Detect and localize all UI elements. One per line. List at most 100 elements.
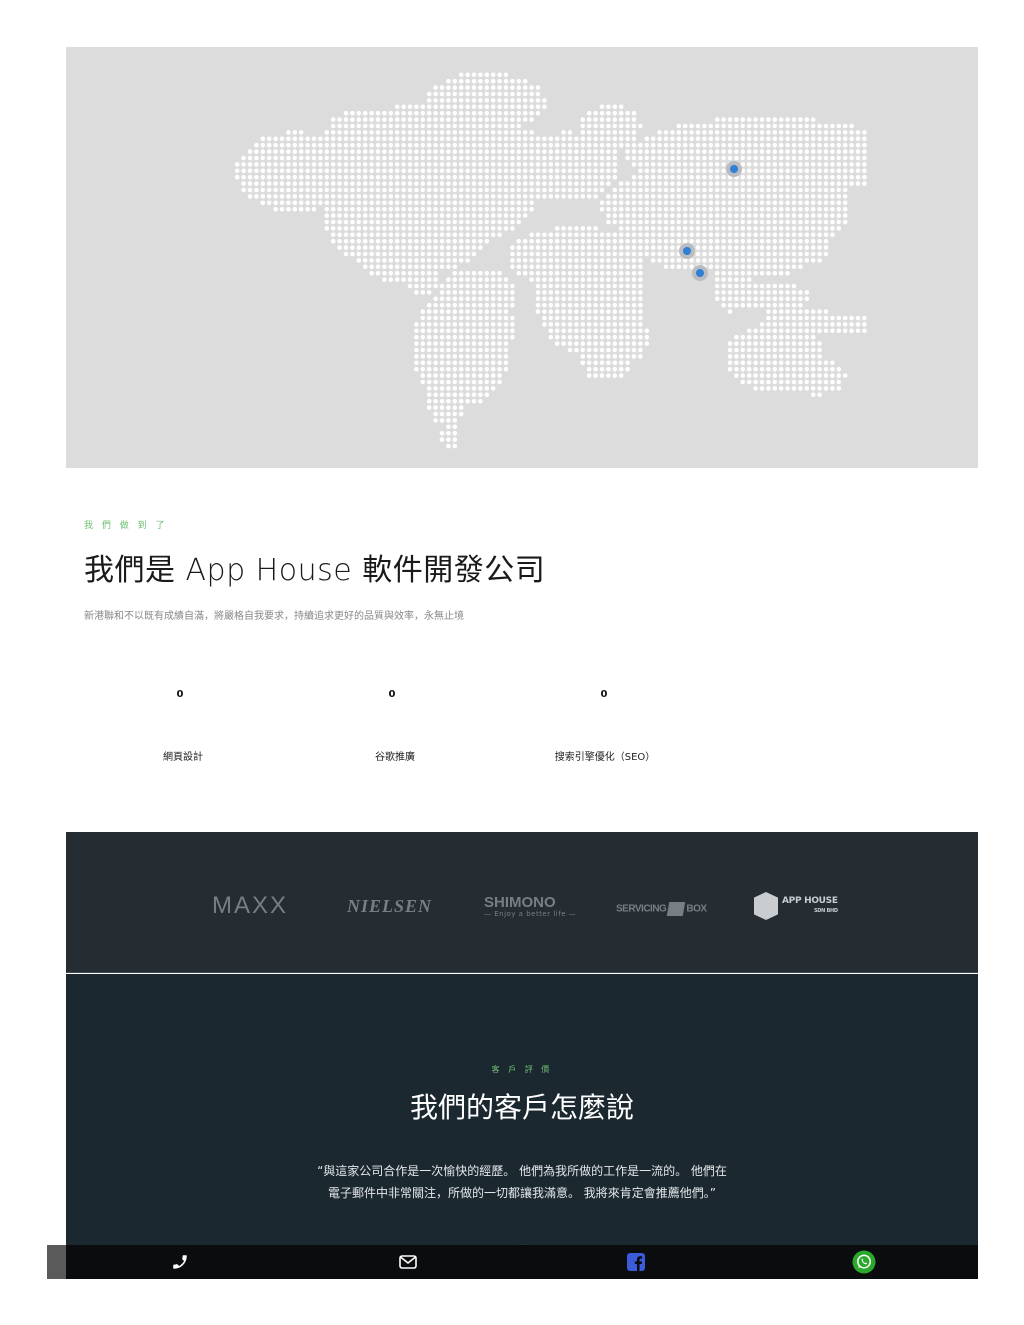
logo-app-house-name: APP HOUSE [782, 896, 838, 906]
map-dot [298, 162, 304, 167]
map-dot [478, 322, 483, 327]
map-dot [593, 366, 598, 372]
map-dot [702, 213, 707, 218]
map-dot [842, 155, 848, 161]
map-dot [759, 322, 765, 327]
map-dot [644, 187, 650, 193]
map-dot [810, 219, 816, 225]
map-dot [753, 117, 758, 122]
map-dot [554, 232, 560, 238]
map-dot [586, 270, 592, 276]
map-dot [862, 181, 867, 186]
map-dot [497, 187, 502, 193]
facebook-button[interactable] [522, 1245, 750, 1279]
map-dot [586, 155, 592, 161]
map-dot [324, 130, 330, 135]
map-dot [631, 315, 637, 321]
map-dot [682, 187, 688, 193]
map-dot [382, 238, 387, 244]
map-dot [599, 187, 605, 193]
map-dot [561, 232, 566, 238]
map-dot [414, 232, 419, 238]
about-section: 我 們 做 到 了 我們是 App House 軟件開發公司 新港聯和不以既有成… [84, 518, 944, 622]
map-dot [663, 251, 669, 257]
map-dot [580, 226, 586, 231]
map-dot [522, 142, 528, 148]
whatsapp-button[interactable] [750, 1245, 978, 1279]
map-dot [798, 373, 803, 378]
map-dot [612, 354, 618, 359]
map-dot [785, 174, 790, 180]
map-dot [497, 136, 502, 142]
map-dot [490, 373, 496, 378]
map-dot [471, 322, 477, 327]
map-dot [401, 149, 406, 154]
map-dot [260, 187, 266, 193]
map-dot [484, 277, 490, 282]
map-dot [798, 366, 803, 372]
map-dot [446, 85, 451, 90]
map-dot [458, 98, 464, 103]
map-dot [407, 270, 413, 276]
side-tab[interactable] [47, 1245, 66, 1279]
map-dot [593, 347, 598, 353]
map-dot [446, 283, 451, 289]
map-dot [593, 238, 598, 244]
map-dot [612, 322, 618, 327]
map-dot [695, 206, 701, 212]
map-dot [804, 168, 810, 174]
map-dot [369, 187, 374, 193]
location-marker[interactable] [696, 269, 704, 277]
map-dot [458, 302, 464, 308]
map-dot [740, 334, 746, 340]
map-dot [798, 360, 803, 366]
stat-seo: 0 [504, 689, 704, 700]
map-dot [778, 296, 784, 302]
map-dot [394, 277, 400, 282]
map-dot [830, 232, 835, 238]
map-dot [740, 245, 746, 250]
map-dot [663, 206, 669, 212]
map-dot [452, 187, 458, 193]
map-dot [606, 136, 611, 142]
location-marker[interactable] [730, 165, 738, 173]
call-button[interactable] [66, 1245, 294, 1279]
map-dot [785, 334, 790, 340]
map-dot [478, 85, 483, 90]
map-dot [618, 181, 624, 186]
map-dot [574, 283, 579, 289]
map-dot [650, 213, 656, 218]
map-dot [849, 174, 854, 180]
map-dot [471, 341, 477, 346]
map-dot [471, 270, 477, 276]
map-dot [548, 309, 554, 314]
map-dot [798, 162, 803, 167]
map-dot [298, 136, 304, 142]
map-dot [548, 232, 554, 238]
map-dot [420, 328, 426, 334]
map-dot [702, 149, 707, 154]
map-dot [254, 149, 259, 154]
map-dot [497, 110, 502, 116]
map-dot [484, 296, 490, 302]
map-dot [458, 174, 464, 180]
location-marker[interactable] [683, 247, 691, 255]
map-dot [426, 392, 432, 398]
email-button[interactable] [294, 1245, 522, 1279]
map-dot [855, 322, 861, 327]
map-dot [510, 155, 515, 161]
map-dot [618, 296, 624, 302]
map-dot [727, 238, 733, 244]
map-dot [311, 200, 317, 206]
map-dot [785, 264, 790, 270]
map-dot [599, 200, 605, 206]
map-dot [631, 187, 637, 193]
map-dot [420, 187, 426, 193]
map-dot [753, 238, 758, 244]
map-dot [298, 130, 304, 135]
map-dot [452, 226, 458, 231]
map-dot [682, 174, 688, 180]
map-dot [548, 264, 554, 270]
map-dot [535, 162, 541, 167]
map-dot [823, 194, 829, 199]
